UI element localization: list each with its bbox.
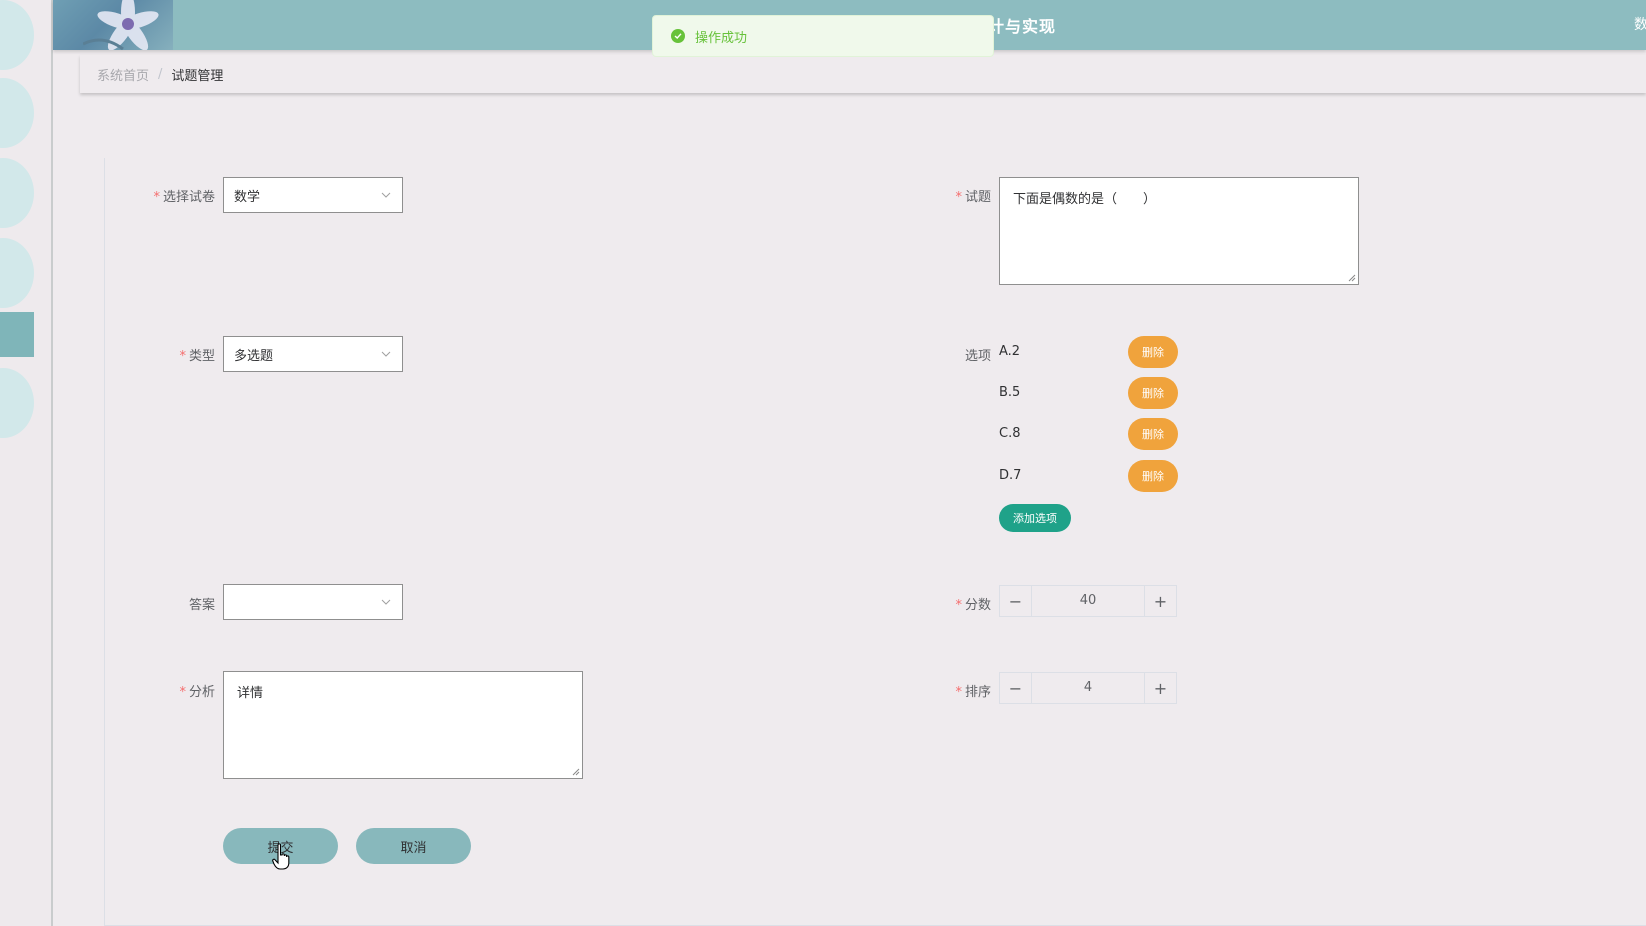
order-value[interactable]: 4 — [1032, 673, 1144, 703]
sidebar-item-5[interactable] — [0, 368, 34, 438]
score-label: * 分数 — [955, 598, 991, 613]
question-textarea[interactable]: 下面是偶数的是（ ） — [999, 177, 1359, 285]
required-mark: * — [955, 685, 962, 700]
paper-select[interactable]: 数学 — [223, 177, 403, 213]
required-mark: * — [179, 685, 186, 700]
sidebar-item-2[interactable] — [0, 78, 34, 148]
answer-label: 答案 — [188, 598, 215, 613]
app-title: 计与实现 — [988, 17, 1057, 36]
question-label: * 试题 — [955, 190, 991, 205]
paper-select-value: 数学 — [234, 189, 261, 205]
order-stepper[interactable]: − 4 + — [999, 672, 1177, 704]
chevron-down-icon — [381, 351, 391, 357]
question-value: 下面是偶数的是（ ） — [1013, 192, 1157, 207]
order-label: * 排序 — [955, 685, 991, 700]
decrement-button[interactable]: − — [1000, 586, 1032, 616]
option-text: D.7 — [999, 468, 1022, 483]
type-label: * 类型 — [179, 349, 215, 364]
form-panel — [104, 158, 1646, 926]
required-mark: * — [179, 349, 186, 364]
options-label: 选项 — [964, 349, 991, 364]
option-text: A.2 — [999, 344, 1021, 359]
increment-button[interactable]: + — [1144, 586, 1176, 616]
delete-option-button[interactable]: 删除 — [1128, 377, 1178, 409]
delete-option-button[interactable]: 删除 — [1128, 460, 1178, 492]
analysis-label: * 分析 — [179, 685, 215, 700]
option-text: C.8 — [999, 426, 1021, 441]
analysis-textarea[interactable]: 详情 — [223, 671, 583, 779]
breadcrumb-separator: / — [158, 66, 163, 82]
add-option-button[interactable]: 添加选项 — [999, 504, 1071, 532]
chevron-down-icon — [381, 192, 391, 198]
resize-grip-icon[interactable] — [571, 767, 580, 776]
sidebar-item-active[interactable] — [0, 312, 34, 357]
score-value[interactable]: 40 — [1032, 586, 1144, 616]
check-circle-icon — [671, 29, 685, 43]
required-mark: * — [955, 190, 962, 205]
user-menu[interactable]: 数 — [1634, 14, 1646, 34]
delete-option-button[interactable]: 删除 — [1128, 418, 1178, 450]
required-mark: * — [153, 190, 160, 205]
option-text: B.5 — [999, 385, 1021, 400]
type-select[interactable]: 多选题 — [223, 336, 403, 372]
sidebar-item-3[interactable] — [0, 158, 34, 228]
hand-cursor-icon — [272, 843, 290, 870]
flower-logo-icon — [83, 0, 159, 50]
score-stepper[interactable]: − 40 + — [999, 585, 1177, 617]
sidebar-item-4[interactable] — [0, 238, 34, 308]
breadcrumb: 系统首页 / 试题管理 — [80, 55, 1646, 93]
logo — [53, 0, 173, 50]
increment-button[interactable]: + — [1144, 673, 1176, 703]
success-toast: 操作成功 — [652, 15, 994, 57]
toast-message: 操作成功 — [695, 30, 748, 46]
chevron-down-icon — [381, 599, 391, 605]
cancel-button[interactable]: 取消 — [356, 828, 471, 864]
breadcrumb-current: 试题管理 — [171, 68, 224, 84]
answer-select[interactable] — [223, 584, 403, 620]
type-select-value: 多选题 — [234, 348, 274, 364]
required-mark: * — [955, 598, 962, 613]
resize-grip-icon[interactable] — [1347, 273, 1356, 282]
paper-label: * 选择试卷 — [153, 190, 215, 205]
decrement-button[interactable]: − — [1000, 673, 1032, 703]
sidebar-item-1[interactable] — [0, 0, 34, 70]
breadcrumb-home[interactable]: 系统首页 — [97, 65, 149, 84]
delete-option-button[interactable]: 删除 — [1128, 336, 1178, 368]
sidebar — [0, 0, 53, 926]
analysis-value: 详情 — [237, 686, 264, 701]
